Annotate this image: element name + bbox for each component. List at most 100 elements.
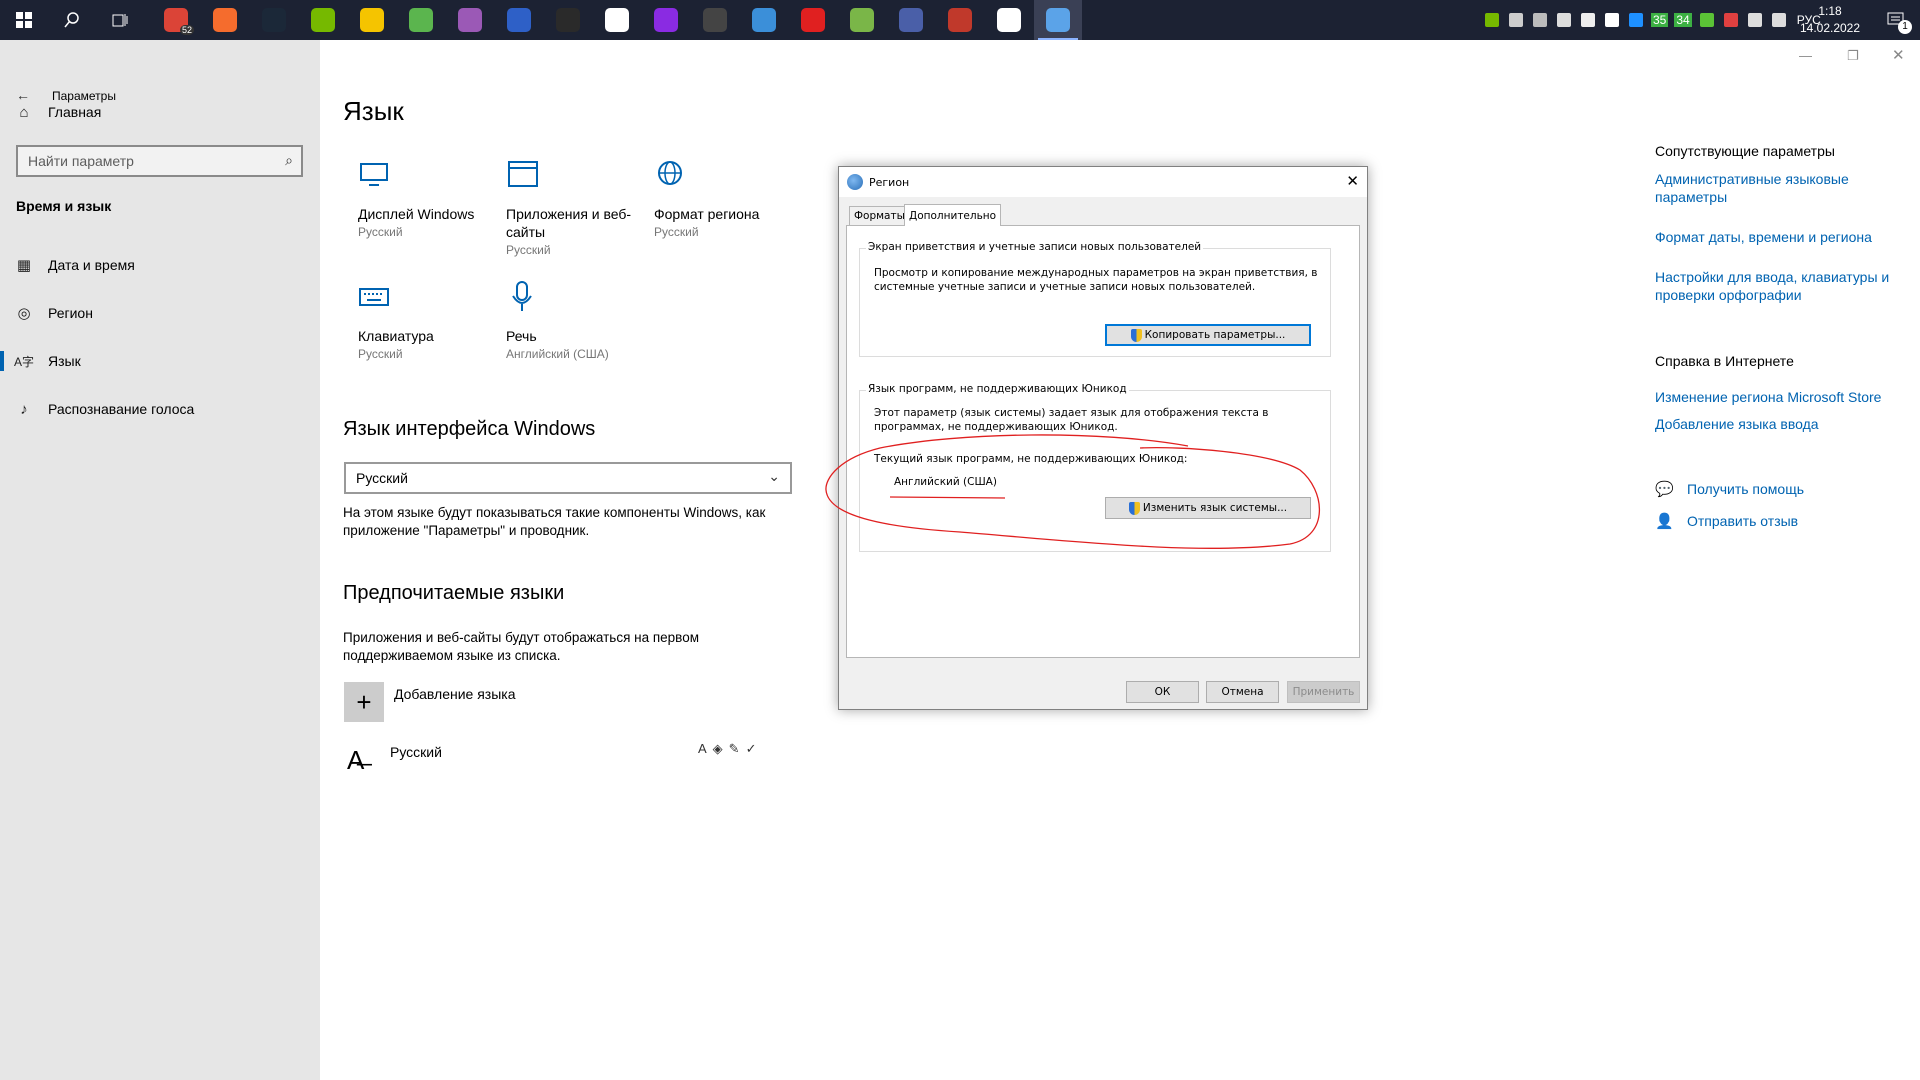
link-store-region[interactable]: Изменение региона Microsoft Store	[1655, 388, 1895, 406]
preferred-language-item[interactable]: Русский	[390, 744, 442, 760]
link-date-time-region[interactable]: Формат даты, времени и региона	[1655, 228, 1895, 246]
taskbar-search-button[interactable]	[48, 0, 96, 40]
minimize-icon[interactable]: —	[1799, 48, 1812, 63]
taskbar-app-button[interactable]	[397, 0, 445, 40]
tile-speech[interactable]: Речь Английский (США)	[506, 280, 646, 361]
group-welcome-text: Просмотр и копирование международных пар…	[874, 267, 1318, 293]
nav-home[interactable]: ⌂ Главная	[0, 92, 320, 132]
taskbar-app-button[interactable]	[250, 0, 298, 40]
group-welcome-label: Экран приветствия и учетные записи новых…	[866, 241, 1204, 253]
nvidia-tray-icon[interactable]	[1485, 13, 1499, 27]
plus-icon: +	[356, 686, 372, 717]
taskbar-app-button[interactable]	[495, 0, 543, 40]
change-system-locale-button[interactable]: Изменить язык системы...	[1105, 497, 1311, 519]
tile-apps-websites[interactable]: Приложения и веб-сайты Русский	[506, 158, 646, 257]
game-figure-icon	[703, 8, 727, 32]
taskbar-app-button[interactable]	[838, 0, 886, 40]
blue-app-icon	[752, 8, 776, 32]
tile-display[interactable]: Дисплей Windows Русский	[358, 158, 498, 239]
tab-advanced[interactable]: Дополнительно	[904, 204, 1002, 226]
tile-keyboard[interactable]: Клавиатура Русский	[358, 280, 498, 361]
tile-region-format[interactable]: Формат региона Русский	[654, 158, 794, 239]
settings-sidebar: ← Параметры ⌂ Главная Найти параметр ⌕ В…	[0, 40, 320, 1080]
taskbar-app-button[interactable]	[201, 0, 249, 40]
web-help-heading: Справка в Интернете	[1655, 353, 1794, 369]
group-non-unicode-label: Язык программ, не поддерживающих Юникод	[866, 383, 1129, 395]
uac-shield-icon	[1130, 328, 1142, 342]
volume-icon[interactable]	[1747, 13, 1762, 27]
tile-name: Речь	[506, 328, 537, 344]
current-language-value: Английский (США)	[894, 476, 997, 488]
nav-label: Распознавание голоса	[48, 401, 195, 417]
change-system-locale-label: Изменить язык системы...	[1142, 502, 1288, 514]
region-format-icon	[658, 161, 682, 185]
task-view-button[interactable]	[96, 0, 144, 40]
system-tray: 35 34 РУС	[1480, 0, 1827, 40]
handwriting-icon: ✎	[728, 741, 740, 756]
taskbar-app-button[interactable]	[887, 0, 935, 40]
taskbar-app-button[interactable]	[936, 0, 984, 40]
notifications-button[interactable]: 1	[1872, 0, 1920, 40]
close-icon[interactable]: ✕	[1892, 46, 1905, 64]
taskbar-app-button[interactable]	[642, 0, 690, 40]
taskbar-app-button[interactable]: 52	[152, 0, 200, 40]
nav-label: Регион	[48, 305, 93, 321]
ok-button[interactable]: ОК	[1126, 681, 1199, 703]
link-admin-language[interactable]: Административные языковые параметры	[1655, 170, 1895, 206]
link-typing-keyboard[interactable]: Настройки для ввода, клавиатуры и провер…	[1655, 268, 1895, 304]
apply-button[interactable]: Применить	[1287, 681, 1360, 703]
taskbar-app-button[interactable]	[348, 0, 396, 40]
tile-name: Формат региона	[654, 206, 760, 222]
taskbar-app-button[interactable]	[789, 0, 837, 40]
network-icon[interactable]	[1771, 13, 1786, 27]
nav-region[interactable]: ◎ Регион	[0, 293, 320, 333]
taskbar-app-button[interactable]	[691, 0, 739, 40]
tile-name: Дисплей Windows	[358, 206, 475, 222]
cursor-tray-icon[interactable]	[1509, 13, 1523, 27]
temp-indicator-a[interactable]: 35	[1651, 13, 1669, 27]
taskbar-app-button[interactable]	[446, 0, 494, 40]
dialog-tab-panel: Экран приветствия и учетные записи новых…	[846, 225, 1360, 658]
feedback-link[interactable]: 👤 Отправить отзыв	[1655, 512, 1798, 530]
epic-games-icon	[556, 8, 580, 32]
taskbar-app-button[interactable]	[544, 0, 592, 40]
taskbar-clock[interactable]: 1:18 14.02.2022	[1792, 3, 1868, 37]
taskbar-app-button[interactable]	[740, 0, 788, 40]
nav-date-time[interactable]: ▦ Дата и время	[0, 245, 320, 285]
settings-search-input[interactable]: Найти параметр ⌕	[16, 145, 303, 177]
usb-tray-icon[interactable]	[1581, 13, 1595, 27]
preferred-languages-heading: Предпочитаемые языки	[343, 582, 565, 604]
add-language-button[interactable]: +	[344, 682, 384, 722]
cancel-button[interactable]: Отмена	[1206, 681, 1279, 703]
group-non-unicode-text: Этот параметр (язык системы) задает язык…	[874, 407, 1269, 433]
taskbar-app-button[interactable]	[985, 0, 1033, 40]
taskbar-app-button[interactable]	[299, 0, 347, 40]
monitor-icon	[360, 163, 388, 186]
ui-language-dropdown[interactable]: Русский ⌄	[344, 462, 792, 494]
taskbar-app-button[interactable]	[593, 0, 641, 40]
region-dialog: Регион ✕ Форматы Дополнительно Экран при…	[838, 166, 1368, 710]
tile-name: Приложения и веб-сайты	[506, 206, 632, 240]
restore-icon[interactable]: ❐	[1847, 48, 1859, 64]
update-tray-icon[interactable]	[1629, 13, 1643, 27]
battery-tray-icon[interactable]	[1605, 13, 1619, 27]
start-button[interactable]	[0, 0, 48, 40]
shield-tray-icon[interactable]	[1557, 13, 1571, 27]
camera-tray-icon[interactable]	[1533, 13, 1547, 27]
tab-formats[interactable]: Форматы	[849, 206, 910, 225]
get-help-link[interactable]: 💬 Получить помощь	[1655, 480, 1804, 498]
taskbar-app-button[interactable]	[1034, 0, 1082, 40]
temp-indicator-b[interactable]: 34	[1674, 13, 1692, 27]
ui-language-heading: Язык интерфейса Windows	[343, 418, 596, 440]
search-icon	[64, 12, 79, 28]
nav-speech[interactable]: ♪ Распознавание голоса	[0, 389, 320, 429]
add-language-label[interactable]: Добавление языка	[394, 686, 516, 702]
leaf-tray-icon[interactable]	[1699, 13, 1714, 27]
nav-language[interactable]: A字 Язык	[0, 341, 320, 381]
dialog-close-icon[interactable]: ✕	[1346, 172, 1359, 190]
arrow-tray-icon[interactable]	[1723, 13, 1738, 27]
link-add-input-language[interactable]: Добавление языка ввода	[1655, 415, 1895, 433]
copy-settings-button[interactable]: Копировать параметры...	[1105, 324, 1311, 346]
clock-time: 1:18	[1818, 4, 1842, 18]
gamepad-icon	[605, 8, 629, 32]
